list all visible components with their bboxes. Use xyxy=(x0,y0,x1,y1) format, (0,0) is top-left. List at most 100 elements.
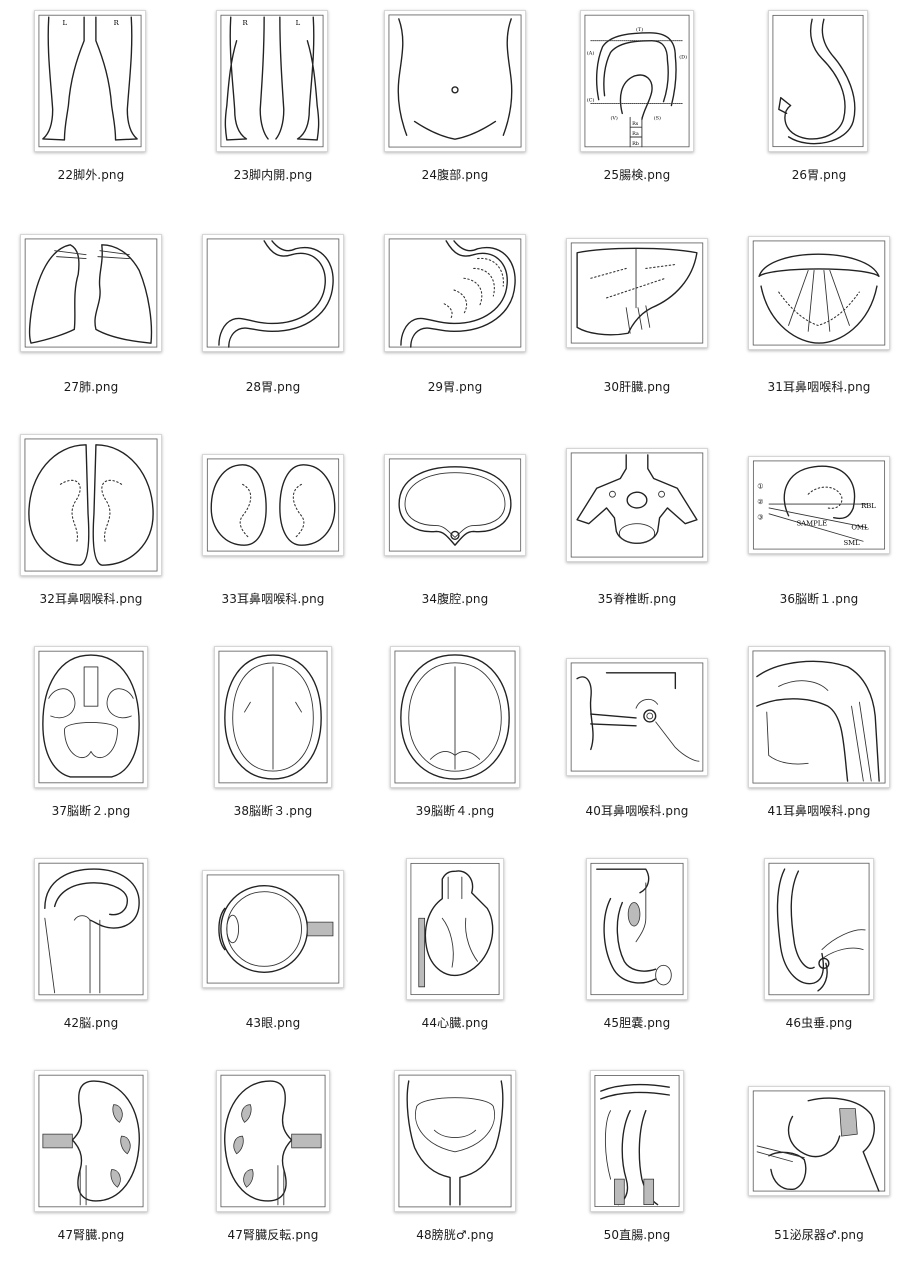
file-name: 43眼.png xyxy=(245,1016,301,1030)
file-name: 28胃.png xyxy=(245,380,301,394)
file-item[interactable]: 47腎臓.png xyxy=(0,1060,182,1272)
legs-label-left: L xyxy=(296,19,301,27)
file-item[interactable]: 44心臓.png xyxy=(364,848,546,1060)
file-name: 22脚外.png xyxy=(57,168,125,182)
thumbnail[interactable] xyxy=(384,454,526,556)
colon-label-rb: Rb xyxy=(632,141,639,147)
thumbnail[interactable] xyxy=(590,1070,684,1212)
file-name: 42脳.png xyxy=(63,1016,119,1030)
file-item[interactable]: 40耳鼻咽喉科.png xyxy=(546,636,728,848)
file-item[interactable]: 38脳断３.png xyxy=(182,636,364,848)
thumbnail[interactable] xyxy=(34,1070,148,1212)
file-name: 32耳鼻咽喉科.png xyxy=(39,592,143,606)
thumbnail[interactable] xyxy=(202,454,344,556)
file-item[interactable]: 42脳.png xyxy=(0,848,182,1060)
thumbnail[interactable] xyxy=(566,448,708,562)
file-item[interactable]: 50直腸.png xyxy=(546,1060,728,1272)
file-item[interactable]: 32耳鼻咽喉科.png xyxy=(0,424,182,636)
circled-1: ① xyxy=(757,482,763,490)
file-item[interactable]: 35脊椎断.png xyxy=(546,424,728,636)
file-item[interactable]: 51泌尿器♂.png xyxy=(728,1060,910,1272)
file-name: 47腎臓.png xyxy=(57,1228,125,1242)
thumbnail[interactable] xyxy=(20,234,162,352)
file-name: 35脊椎断.png xyxy=(597,592,677,606)
file-grid: LR 22脚外.png RL 23脚内開.png 24腹部.png (T) (A)… xyxy=(0,0,913,1265)
thumbnail[interactable] xyxy=(566,238,708,348)
thumbnail[interactable] xyxy=(202,870,344,988)
circled-2: ② xyxy=(757,498,763,506)
thumbnail[interactable]: (T) (A) (D) (C) (V) (S) Rs Ra Rb xyxy=(580,10,694,152)
file-name: 23脚内開.png xyxy=(233,168,313,182)
file-name: 38脳断３.png xyxy=(233,804,313,818)
file-item[interactable]: (T) (A) (D) (C) (V) (S) Rs Ra Rb 25腸検.png xyxy=(546,0,728,212)
file-item[interactable]: 30肝臓.png xyxy=(546,212,728,424)
thumbnail[interactable] xyxy=(20,434,162,576)
file-name: 44心臓.png xyxy=(421,1016,489,1030)
file-name: 31耳鼻咽喉科.png xyxy=(767,380,871,394)
file-item[interactable]: 48膀胱♂.png xyxy=(364,1060,546,1272)
file-item[interactable]: 37脳断２.png xyxy=(0,636,182,848)
file-item[interactable]: 43眼.png xyxy=(182,848,364,1060)
file-item[interactable]: 34腹腔.png xyxy=(364,424,546,636)
file-name: 46虫垂.png xyxy=(785,1016,853,1030)
file-name: 26胃.png xyxy=(791,168,847,182)
file-item[interactable]: 28胃.png xyxy=(182,212,364,424)
thumbnail[interactable] xyxy=(748,236,890,350)
colon-label-transverse: (T) xyxy=(636,26,643,33)
file-name: 29胃.png xyxy=(427,380,483,394)
file-name: 45胆嚢.png xyxy=(603,1016,671,1030)
file-item[interactable]: 39脳断４.png xyxy=(364,636,546,848)
thumbnail[interactable] xyxy=(764,858,874,1000)
thumbnail[interactable] xyxy=(586,858,688,1000)
file-item[interactable]: 45胆嚢.png xyxy=(546,848,728,1060)
thumbnail[interactable] xyxy=(406,858,504,1000)
colon-label-rs: Rs xyxy=(632,121,639,127)
circled-3: ③ xyxy=(757,514,763,522)
file-name: 40耳鼻咽喉科.png xyxy=(585,804,689,818)
thumbnail[interactable] xyxy=(384,234,526,352)
file-item[interactable]: 29胃.png xyxy=(364,212,546,424)
file-item[interactable]: 26胃.png xyxy=(728,0,910,212)
legs-label-left: L xyxy=(63,19,68,27)
file-item[interactable]: 24腹部.png xyxy=(364,0,546,212)
thumbnail[interactable] xyxy=(214,646,332,788)
file-item[interactable]: 46虫垂.png xyxy=(728,848,910,1060)
file-item[interactable]: 41耳鼻咽喉科.png xyxy=(728,636,910,848)
colon-label-ra: Ra xyxy=(632,131,639,137)
file-name: 37脳断２.png xyxy=(51,804,131,818)
file-name: 39脳断４.png xyxy=(415,804,495,818)
thumbnail[interactable] xyxy=(34,646,148,788)
thumbnail[interactable] xyxy=(748,646,890,788)
thumbnail[interactable] xyxy=(202,234,344,352)
colon-label-sigmoid: (S) xyxy=(654,114,661,121)
file-name: 34腹腔.png xyxy=(421,592,489,606)
file-name: 41耳鼻咽喉科.png xyxy=(767,804,871,818)
colon-label-descending: (D) xyxy=(679,53,687,60)
file-item[interactable]: ① ② ③ RBL OML SAMPLE SML 36脳断１.png xyxy=(728,424,910,636)
file-item[interactable]: LR 22脚外.png xyxy=(0,0,182,212)
file-item[interactable]: RL 23脚内開.png xyxy=(182,0,364,212)
label-sml: SML xyxy=(843,539,860,547)
file-item[interactable]: 47腎臓反転.png xyxy=(182,1060,364,1272)
file-name: 36脳断１.png xyxy=(779,592,859,606)
thumbnail[interactable] xyxy=(394,1070,516,1212)
thumbnail[interactable]: ① ② ③ RBL OML SAMPLE SML xyxy=(748,456,890,554)
thumbnail[interactable] xyxy=(566,658,708,776)
thumbnail[interactable] xyxy=(748,1086,890,1196)
thumbnail[interactable] xyxy=(384,10,526,152)
label-rbl: RBL xyxy=(861,502,876,510)
file-item[interactable]: 27肺.png xyxy=(0,212,182,424)
file-name: 50直腸.png xyxy=(603,1228,671,1242)
legs-label-right: R xyxy=(114,19,120,27)
thumbnail[interactable] xyxy=(34,858,148,1000)
colon-label-cecum: (C) xyxy=(587,97,595,104)
thumbnail[interactable]: RL xyxy=(216,10,328,152)
colon-label-ascending: (A) xyxy=(587,49,594,56)
file-item[interactable]: 33耳鼻咽喉科.png xyxy=(182,424,364,636)
thumbnail[interactable]: LR xyxy=(34,10,146,152)
file-item[interactable]: 31耳鼻咽喉科.png xyxy=(728,212,910,424)
file-name: 25腸検.png xyxy=(603,168,671,182)
thumbnail[interactable] xyxy=(390,646,520,788)
thumbnail[interactable] xyxy=(216,1070,330,1212)
thumbnail[interactable] xyxy=(768,10,868,152)
